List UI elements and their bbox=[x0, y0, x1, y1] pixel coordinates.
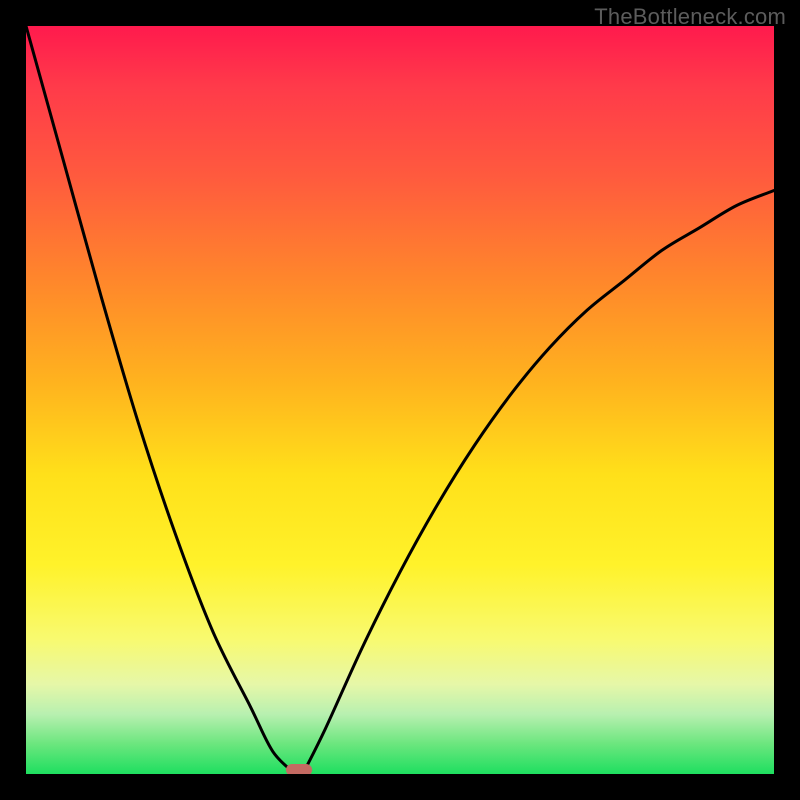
minimum-marker bbox=[286, 764, 312, 774]
curve-right bbox=[303, 191, 774, 774]
chart-frame: TheBottleneck.com bbox=[0, 0, 800, 800]
curve-layer bbox=[26, 26, 774, 774]
curve-left bbox=[26, 26, 295, 774]
plot-area bbox=[26, 26, 774, 774]
watermark-text: TheBottleneck.com bbox=[594, 4, 786, 30]
